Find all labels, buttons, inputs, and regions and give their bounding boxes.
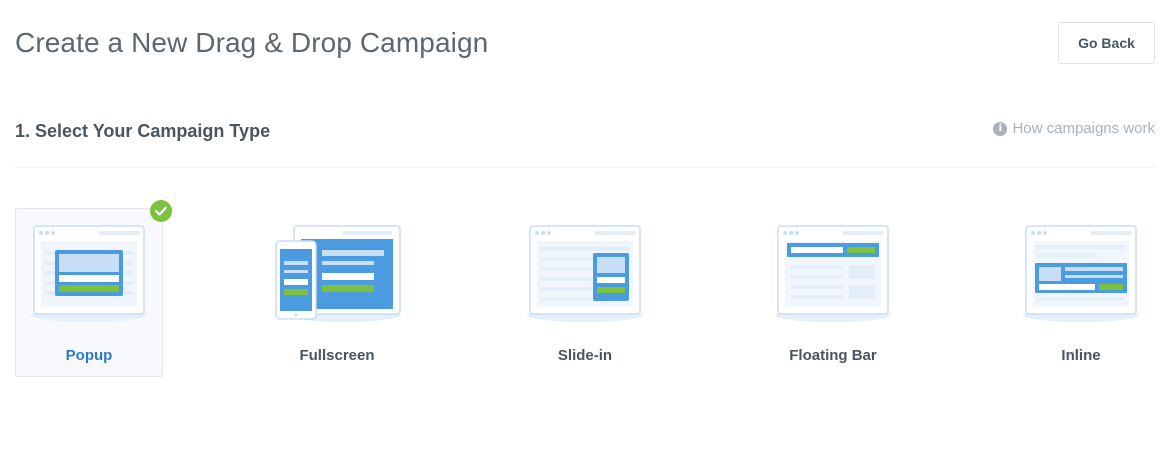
go-back-button[interactable]: Go Back [1058,22,1155,64]
campaign-type-floating-bar[interactable]: Floating Bar [759,208,907,377]
campaign-type-label: Inline [1061,347,1101,364]
campaign-type-list: Popup Fullscreen Slide-in Floating Bar I… [15,200,1155,378]
campaign-type-popup[interactable]: Popup [15,200,172,377]
section-divider [15,167,1155,168]
slide-in-icon [527,225,643,322]
inline-icon [1023,225,1139,322]
page-title: Create a New Drag & Drop Campaign [15,27,489,58]
check-icon [150,200,172,222]
campaign-type-inline[interactable]: Inline [1007,208,1155,377]
popup-icon [31,225,147,322]
section-title: 1. Select Your Campaign Type [15,121,271,141]
fullscreen-icon [275,225,401,322]
campaign-type-slide-in[interactable]: Slide-in [511,208,659,377]
floating-bar-icon [775,225,891,322]
help-link-label: How campaigns work [1012,120,1155,137]
campaign-type-label: Fullscreen [299,347,375,364]
campaign-type-label: Slide-in [557,347,613,364]
campaign-type-label: Floating Bar [789,347,877,364]
campaign-type-fullscreen[interactable]: Fullscreen [263,208,411,377]
how-campaigns-work-link[interactable]: i How campaigns work [993,120,1155,137]
info-icon: i [993,121,1008,136]
campaign-type-label: Popup [65,347,113,364]
